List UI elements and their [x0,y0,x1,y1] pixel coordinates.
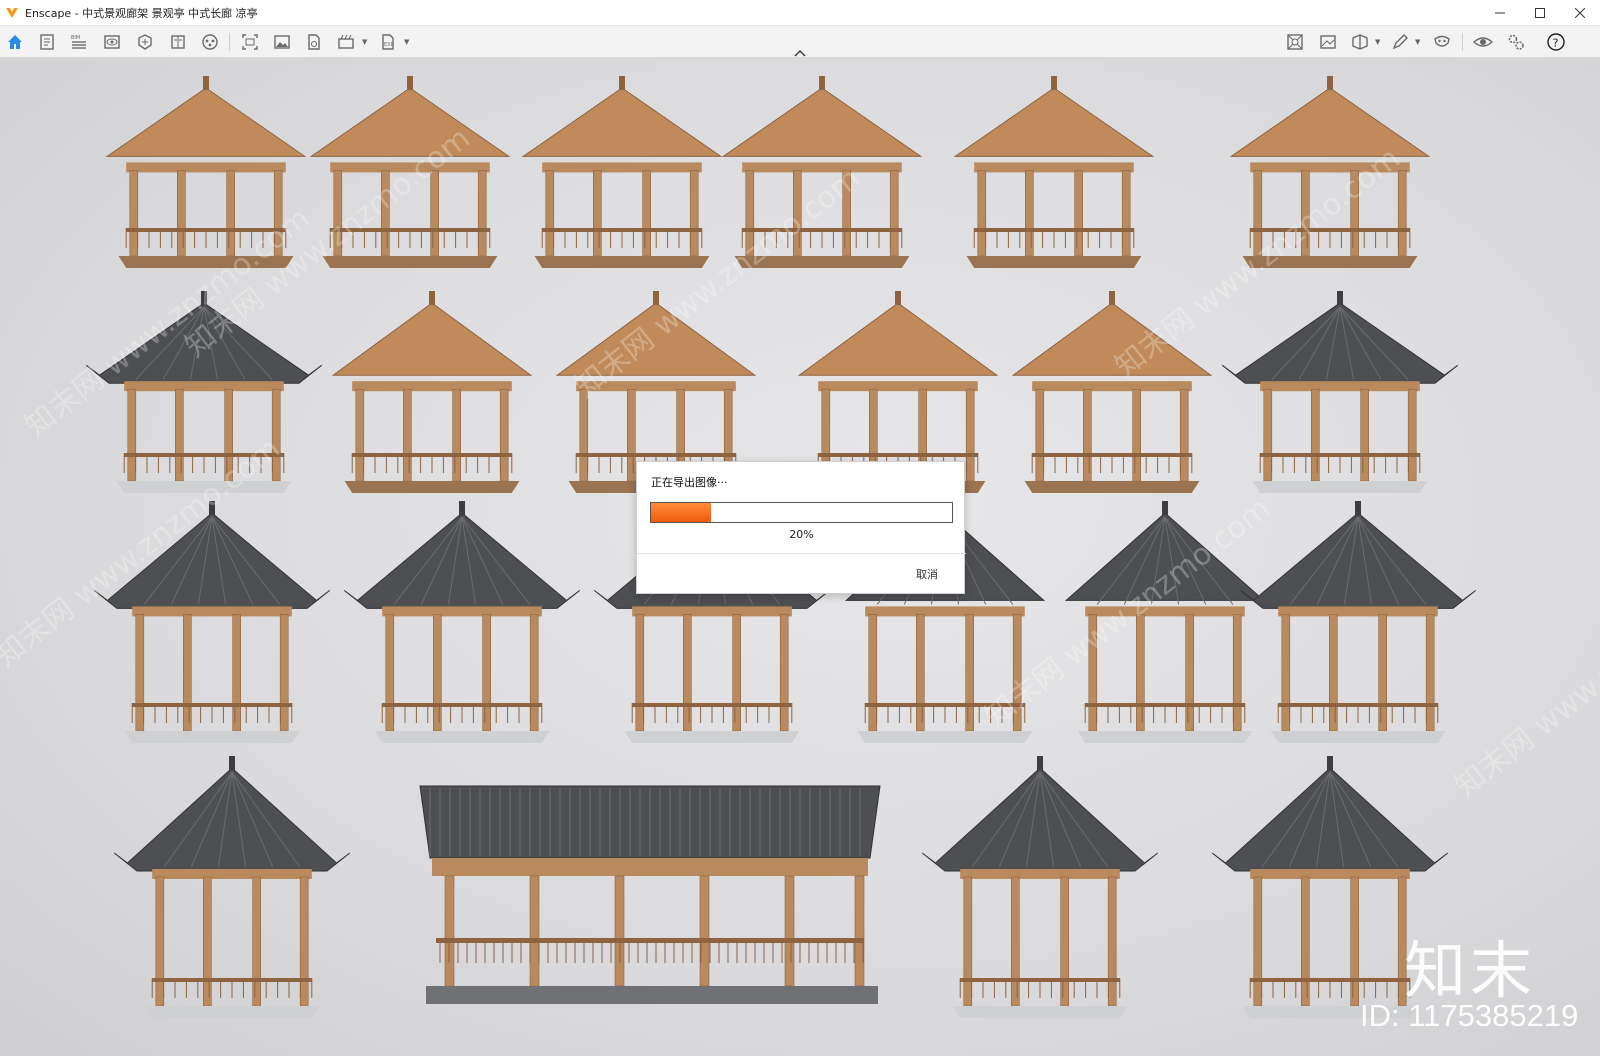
title-bar: Enscape - 中式景观廊架 景观亭 中式长廊 凉亭 [0,0,1600,26]
mask-button[interactable] [1432,32,1452,52]
svg-text:?: ? [1553,37,1559,50]
asset-id-label: ID: 1175385219 [1360,998,1579,1033]
book-icon [171,35,185,49]
window-title: Enscape - 中式景观廊架 景观亭 中式长廊 凉亭 [25,6,258,20]
pavilion-model [1239,501,1477,743]
capture-button[interactable] [1285,32,1305,52]
asset-library-icon [202,34,218,50]
cube-icon [1352,34,1368,50]
pavilion-model [921,756,1159,1018]
eye-view-button[interactable] [102,32,122,52]
progress-percent-label: 20% [789,528,814,541]
batch-render-button[interactable] [336,32,356,52]
pavilion-model [113,756,351,1018]
render-frame-button[interactable] [1318,32,1338,52]
home-icon [8,35,22,49]
settings-icon [1508,34,1524,50]
svg-text:BIM: BIM [71,35,80,41]
pen-icon [1392,34,1408,50]
pavilion-model [343,501,581,743]
settings-button[interactable] [1506,32,1526,52]
help-icon: ? [1547,33,1565,51]
minimize-button[interactable] [1480,0,1520,26]
pen-button[interactable] [1390,32,1410,52]
screenshot-button[interactable] [240,32,260,52]
book-button[interactable] [168,32,188,52]
visibility-icon [1473,37,1493,47]
export-menu-icon: EXE [382,34,394,50]
collapse-toolbar-chevron-icon[interactable] [793,49,807,58]
maximize-button[interactable] [1520,0,1560,26]
cube-dropdown-icon[interactable]: ▼ [1375,38,1383,46]
minimize-icon [1495,12,1505,14]
file-export-icon [308,34,320,50]
document-button[interactable] [37,32,57,52]
eye-view-icon [104,35,120,49]
pavilion-model [331,291,533,493]
pavilion-model [521,76,723,268]
mask-icon [1434,35,1450,47]
pavilion-model [953,76,1155,268]
dialog-title: 正在导出图像··· [651,476,728,489]
asset-library-button[interactable] [200,32,220,52]
section-icon [138,34,152,50]
pen-dropdown-icon[interactable]: ▼ [1415,38,1423,46]
svg-text:EXE: EXE [384,42,394,48]
home-button[interactable] [5,32,25,52]
toolbar-separator [1462,33,1463,51]
batch-render-dropdown-icon[interactable]: ▼ [362,38,370,46]
image-button[interactable] [272,32,292,52]
bim-button[interactable]: BIM [69,32,89,52]
close-button[interactable] [1560,0,1600,26]
export-dropdown-icon[interactable]: ▼ [404,38,412,46]
brand-logo-text: 知末 [1404,934,1537,1007]
capture-icon [1287,34,1303,50]
dialog-divider [637,553,966,554]
export-menu-button[interactable]: EXE [378,32,398,52]
help-button[interactable]: ? [1546,32,1566,52]
corridor-model [419,785,881,1004]
export-progress-dialog: 正在导出图像··· 20% 取消 [636,461,966,594]
file-export-button[interactable] [304,32,324,52]
cube-button[interactable] [1350,32,1370,52]
document-icon [40,34,54,50]
pavilion-model [1221,291,1459,493]
toolbar-separator [229,33,230,51]
screenshot-icon [242,34,258,50]
progress-fill [651,503,712,522]
export-progress-bar [650,502,953,523]
image-icon [274,35,290,49]
close-icon [1575,8,1585,18]
window-controls [1480,0,1600,26]
cancel-button[interactable]: 取消 [916,566,938,582]
bim-icon: BIM [71,35,86,49]
render-frame-icon [1320,35,1336,49]
visibility-button[interactable] [1473,32,1493,52]
section-button[interactable] [135,32,155,52]
batch-render-icon [338,34,354,49]
maximize-icon [1535,8,1545,18]
enscape-logo-icon [6,7,18,18]
